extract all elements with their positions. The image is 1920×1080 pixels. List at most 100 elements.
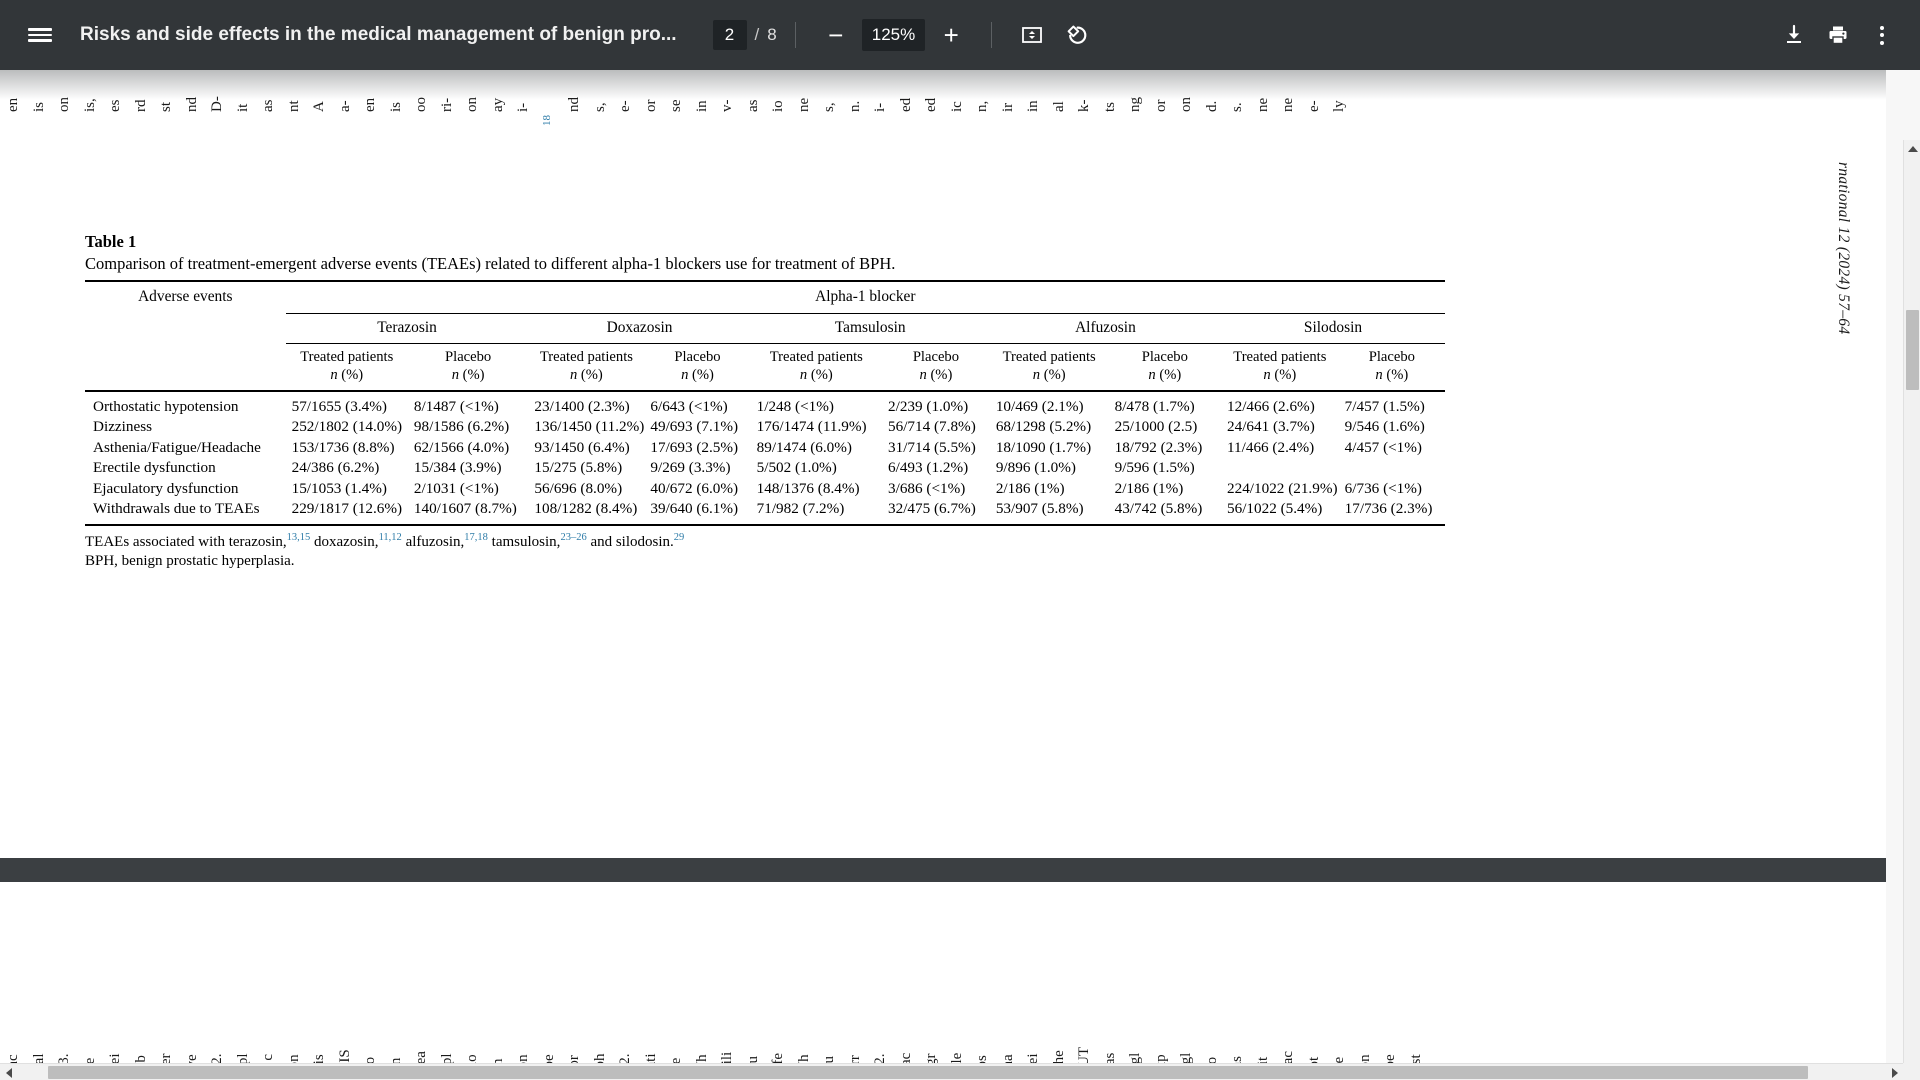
clipped-text-fragment: ay xyxy=(489,97,506,112)
document-title: Risks and side effects in the medical ma… xyxy=(80,24,677,45)
scroll-left-arrow-icon[interactable] xyxy=(0,1064,17,1080)
clipped-text-fragment: con xyxy=(515,980,531,1076)
clipped-text-fragment: hist xyxy=(1408,980,1424,1076)
footnote-abbreviation-line: BPH, benign prostatic hyperplasia. xyxy=(85,552,295,569)
reference-superscript[interactable]: 11,12 xyxy=(379,532,402,543)
arm-header-terazosin-placebo: Placebo xyxy=(445,349,492,365)
clipped-text-fragment: was xyxy=(1102,980,1118,1076)
hamburger-bar xyxy=(28,28,52,31)
zoom-controls: − 125% + xyxy=(814,13,973,57)
table-label: Table 1 xyxy=(85,232,137,251)
teae-value-cell: 6/736 (<1%) xyxy=(1344,479,1422,497)
arm-header-silodosin-placebo: Placebo xyxy=(1368,349,1415,365)
clipped-text-fragment: IFIS xyxy=(337,980,353,1076)
page-separator-gap xyxy=(0,858,1886,882)
zoom-out-button[interactable]: − xyxy=(814,13,858,57)
clipped-text-fragment: is xyxy=(387,101,404,112)
reference-superscript[interactable]: 17,18 xyxy=(464,532,488,543)
clipped-text-fragment: wit xyxy=(1255,980,1271,1076)
clipped-text-fragment: othe xyxy=(1051,980,1067,1076)
zoom-in-button[interactable]: + xyxy=(929,13,973,57)
rotate-counterclockwise-icon[interactable] xyxy=(1054,13,1098,57)
adverse-event-name: Erectile dysfunction xyxy=(93,459,216,477)
clipped-text-fragment: ed xyxy=(897,97,914,112)
clipped-text-fragment: io xyxy=(770,100,786,112)
teae-value-cell: 32/475 (6.7%) xyxy=(882,498,990,526)
clipped-text-fragment: se xyxy=(668,99,684,113)
clipped-text-fragment: e- xyxy=(1305,100,1322,112)
vertical-scrollbar[interactable] xyxy=(1903,140,1920,1080)
fit-to-page-icon[interactable] xyxy=(1010,13,1054,57)
n-percent-header: n (%) xyxy=(330,367,364,383)
arm-header-alfuzosin-treated: Treated patients xyxy=(1002,349,1096,365)
clipped-text-fragment: fou xyxy=(745,980,761,1076)
clipped-text-fragment: 2.2. xyxy=(209,980,225,1077)
clipped-text-fragment: plac xyxy=(1280,980,1296,1076)
pdf-viewer-toolbar: Risks and side effects in the medical ma… xyxy=(0,0,1920,70)
scroll-right-arrow-icon[interactable] xyxy=(1886,1064,1903,1080)
clipped-text-fragment: ove xyxy=(184,980,200,1076)
n-percent-header: n (%) xyxy=(451,367,485,383)
clipped-text-fragment: thei xyxy=(107,980,123,1077)
teae-value-cell: 6/643 (<1%) xyxy=(650,398,728,415)
page-navigation: / 8 xyxy=(712,20,777,50)
arm-header-doxazosin-treated: Treated patients xyxy=(539,349,633,365)
clipped-text-fragment: nd xyxy=(566,97,582,112)
arm-header-tamsulosin-placebo: Placebo xyxy=(912,349,960,365)
clipped-text-fragment: ly xyxy=(1331,100,1347,112)
scroll-up-arrow-icon[interactable] xyxy=(1904,140,1920,157)
clipped-text-fragment: frac xyxy=(898,980,914,1076)
clipped-text-fragment: this xyxy=(311,980,327,1076)
clipped-text-fragment: s. xyxy=(1229,102,1245,112)
teae-value-cell: 15/1053 (1.4%) xyxy=(291,479,387,497)
teae-value-cell: 49/693 (7.1%) xyxy=(650,418,739,436)
clipped-text-fragment: A xyxy=(311,101,327,112)
teae-value-cell: 31/714 (5.5%) xyxy=(888,438,976,456)
clipped-text-fragment: ir xyxy=(999,102,1016,112)
reference-superscript[interactable]: 13,15 xyxy=(287,532,311,543)
footnote-references-line: TEAEs associated with terazosin,13,15 do… xyxy=(85,531,685,550)
teae-value-cell: 56/1022 (5.4%) xyxy=(1221,498,1339,526)
table-head: Adverse events Alpha-1 blocker Terazosin… xyxy=(85,281,1445,391)
clipped-text-fragment: is, xyxy=(81,98,98,112)
teae-value-cell: 40/672 (6.0%) xyxy=(650,479,739,497)
zoom-in-label: + xyxy=(943,20,959,50)
page-number-input[interactable] xyxy=(712,20,747,50)
page-separator: / xyxy=(754,25,760,44)
pdf-viewer-canvas[interactable]: en is on is, es rd st nd D-it as nt Aa-en is oo ri-on a… xyxy=(0,70,1920,1080)
clipped-text-fragment: 18 xyxy=(540,115,553,126)
header-row-drugs: Terazosin Doxazosin Tamsulosin Alfuzosin… xyxy=(85,313,1445,344)
clipped-text-fragment: Wh xyxy=(796,980,812,1076)
reference-superscript[interactable]: 23–26 xyxy=(560,532,586,543)
clipped-text-fragment: i- xyxy=(515,102,531,112)
zoom-level-value[interactable]: 125% xyxy=(861,19,926,51)
table-caption: Comparison of treatment-emergent adverse… xyxy=(85,254,896,273)
clipped-text-fragment: ic xyxy=(948,101,965,112)
more-options-kebab-icon[interactable] xyxy=(1860,13,1904,57)
drug-header-silodosin: Silodosin xyxy=(1221,313,1445,344)
kebab-dot xyxy=(1880,25,1884,30)
hamburger-menu-icon[interactable] xyxy=(18,13,62,57)
vertical-scroll-thumb[interactable] xyxy=(1906,310,1919,390)
teae-value-cell: 229/1817 (12.6%) xyxy=(285,498,408,526)
clipped-text-fragment: crea xyxy=(413,980,429,1076)
clipped-text-fragment: wer xyxy=(158,980,174,1077)
horizontal-scrollbar[interactable] xyxy=(0,1063,1903,1080)
print-icon[interactable] xyxy=(1816,13,1860,57)
teae-value-cell: 56/696 (8.0%) xyxy=(534,479,623,497)
teae-value-cell: 25/1000 (2.5) xyxy=(1114,418,1198,436)
horizontal-scroll-thumb[interactable] xyxy=(48,1066,1808,1079)
teae-value-cell: 140/1607 (8.7%) xyxy=(407,498,529,526)
clipped-text-fragment: nt xyxy=(285,100,302,112)
reference-superscript[interactable]: 29 xyxy=(674,532,685,543)
drug-header-terazosin: Terazosin xyxy=(285,313,529,344)
teae-value-cell: 224/1022 (21.9%) xyxy=(1227,479,1338,497)
download-icon[interactable] xyxy=(1772,13,1816,57)
hamburger-bar xyxy=(28,33,52,37)
arm-header-terazosin-treated: Treated patients xyxy=(300,349,394,365)
clipped-text-fragment: thei xyxy=(1025,980,1041,1077)
clipped-text-fragment: blo xyxy=(1204,980,1220,1076)
clipped-text-fragment: or xyxy=(1152,99,1169,113)
toolbar-right-actions xyxy=(1772,13,1904,57)
n-percent-header: n (%) xyxy=(569,367,603,383)
